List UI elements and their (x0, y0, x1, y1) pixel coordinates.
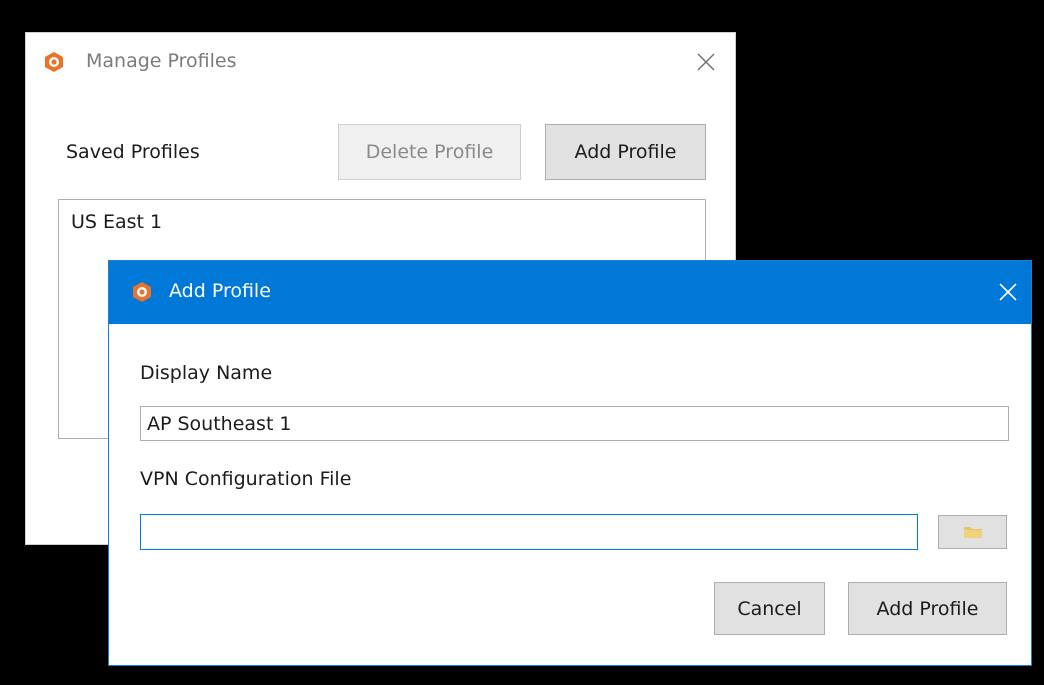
display-name-label: Display Name (140, 362, 273, 384)
config-file-field[interactable] (140, 514, 918, 550)
manage-profiles-title: Manage Profiles (86, 50, 237, 72)
browse-button[interactable] (938, 515, 1007, 549)
cancel-button[interactable]: Cancel (714, 582, 825, 635)
app-logo-icon (45, 52, 63, 72)
folder-icon (963, 527, 982, 538)
app-logo-icon (133, 282, 151, 302)
saved-profiles-label: Saved Profiles (66, 141, 200, 163)
close-icon[interactable] (996, 280, 1020, 304)
list-item[interactable]: US East 1 (71, 211, 162, 233)
config-file-label: VPN Configuration File (140, 468, 352, 490)
add-profile-titlebar: Add Profile (109, 261, 1031, 324)
display-name-field[interactable] (140, 406, 1009, 441)
add-profile-confirm-button[interactable]: Add Profile (848, 582, 1007, 635)
delete-profile-button[interactable]: Delete Profile (338, 124, 521, 180)
add-profile-dialog: Add Profile Display Name VPN Configurati… (108, 260, 1032, 666)
add-profile-title: Add Profile (169, 280, 271, 302)
close-icon[interactable] (694, 50, 718, 74)
add-profile-button[interactable]: Add Profile (545, 124, 706, 180)
manage-profiles-titlebar: Manage Profiles (26, 33, 735, 93)
